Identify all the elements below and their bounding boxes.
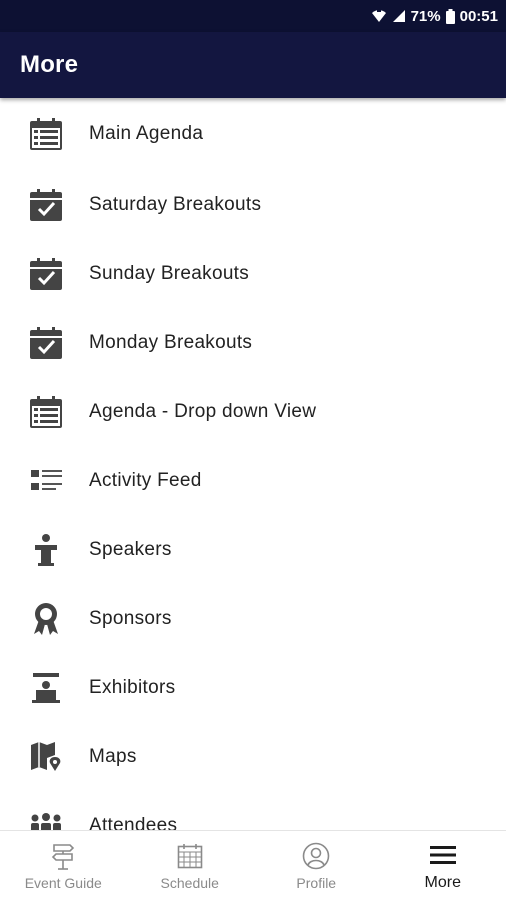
menu-item-label: Speakers — [89, 538, 172, 560]
menu-item-label: Activity Feed — [89, 469, 202, 491]
calendar-list-icon — [28, 116, 64, 152]
profile-icon — [302, 841, 330, 871]
battery-icon — [445, 8, 455, 24]
menu-item-label: Monday Breakouts — [89, 331, 253, 353]
menu-item-exhibitors[interactable]: Exhibitors — [0, 653, 506, 722]
menu-item-saturday-breakouts[interactable]: Saturday Breakouts — [0, 170, 506, 239]
menu-item-monday-breakouts[interactable]: Monday Breakouts — [0, 308, 506, 377]
bottom-navigation: Event Guide Schedule Profile More — [0, 830, 506, 900]
nav-label: Profile — [296, 874, 337, 891]
signal-icon — [392, 10, 405, 22]
menu-item-label: Sunday Breakouts — [89, 262, 250, 284]
menu-item-label: Sponsors — [89, 607, 172, 629]
menu-item-attendees[interactable]: Attendees — [0, 791, 506, 830]
calendar-list-icon — [28, 394, 64, 430]
app-bar: More — [0, 32, 506, 98]
calendar-grid-icon — [177, 841, 203, 871]
calendar-check-icon — [28, 187, 64, 223]
menu-item-label: Main Agenda — [89, 123, 204, 144]
people-icon — [28, 808, 64, 830]
calendar-check-icon — [28, 256, 64, 292]
menu-item-maps[interactable]: Maps — [0, 722, 506, 791]
nav-profile[interactable]: Profile — [253, 831, 380, 900]
signpost-icon — [51, 841, 75, 871]
podium-icon — [28, 532, 64, 568]
nav-schedule[interactable]: Schedule — [127, 831, 254, 900]
menu-item-label: Maps — [89, 745, 137, 767]
status-bar: 71% 00:51 — [0, 0, 506, 32]
wifi-icon — [371, 10, 386, 22]
battery-percent: 71% — [410, 7, 441, 25]
page-title: More — [20, 51, 79, 78]
menu-item-agenda-drop-down-view[interactable]: Agenda - Drop down View — [0, 377, 506, 446]
menu-item-sponsors[interactable]: Sponsors — [0, 584, 506, 653]
menu-item-label: Saturday Breakouts — [89, 193, 262, 215]
hamburger-menu-icon — [429, 840, 456, 870]
nav-event-guide[interactable]: Event Guide — [0, 831, 127, 900]
menu-item-label: Exhibitors — [89, 676, 176, 698]
menu-item-label: Attendees — [89, 814, 178, 831]
menu-item-sunday-breakouts[interactable]: Sunday Breakouts — [0, 239, 506, 308]
nav-label: More — [424, 873, 461, 891]
nav-label: Event Guide — [24, 874, 102, 891]
ribbon-award-icon — [28, 601, 64, 637]
booth-icon — [28, 670, 64, 706]
feed-list-icon — [28, 463, 64, 499]
menu-list[interactable]: Main Agenda Saturday Breakouts Sunday Br — [0, 98, 506, 830]
calendar-check-icon — [28, 325, 64, 361]
menu-item-label: Agenda - Drop down View — [89, 400, 317, 422]
nav-more[interactable]: More — [380, 831, 506, 900]
menu-item-activity-feed[interactable]: Activity Feed — [0, 446, 506, 515]
nav-label: Schedule — [160, 874, 219, 891]
map-pin-icon — [28, 739, 64, 775]
menu-item-speakers[interactable]: Speakers — [0, 515, 506, 584]
clock: 00:51 — [459, 7, 498, 25]
menu-item-main-agenda[interactable]: Main Agenda — [0, 98, 506, 170]
